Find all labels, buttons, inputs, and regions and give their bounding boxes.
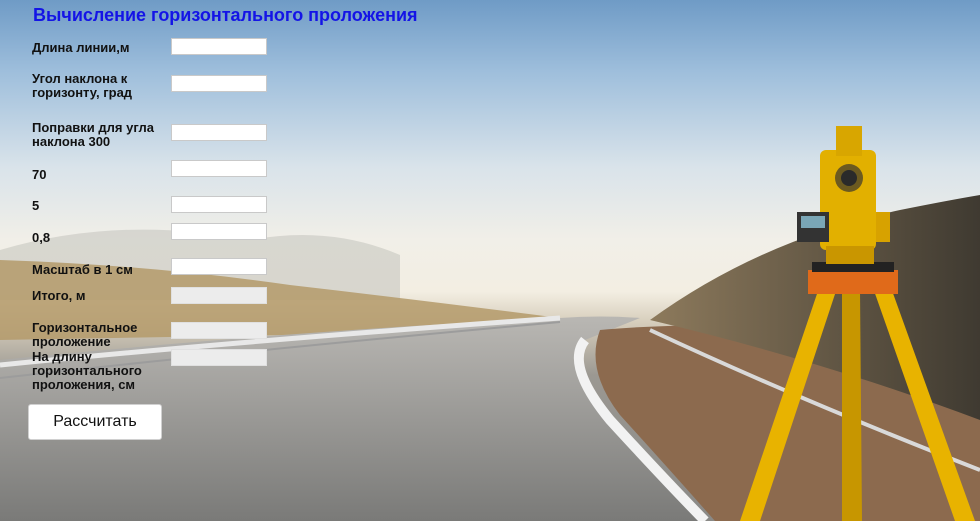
correction-input[interactable]	[171, 124, 267, 141]
map-length-output	[171, 349, 267, 366]
calculate-button[interactable]: Рассчитать	[28, 404, 162, 440]
total-label: Итого, м	[32, 288, 86, 303]
correction-label: Поправки для угла наклона 300	[32, 120, 154, 149]
line-length-label: Длина линии,м	[32, 40, 130, 55]
map-length-label: На длину горизонтального проложения, см	[32, 349, 142, 392]
correction-70-label: 70	[32, 167, 47, 182]
slope-angle-label: Угол наклона к горизонту, град	[32, 71, 133, 100]
correction-5-input[interactable]	[171, 196, 267, 213]
correction-70-input[interactable]	[171, 160, 267, 177]
page-title: Вычисление горизонтального проложения	[33, 5, 418, 25]
horizontal-distance-label: Горизонтальное проложение	[32, 320, 138, 349]
horizontal-distance-output	[171, 322, 267, 339]
correction-08-label: 0,8	[32, 230, 51, 245]
scale-input[interactable]	[171, 258, 267, 275]
correction-5-label: 5	[32, 198, 40, 213]
correction-08-input[interactable]	[171, 223, 267, 240]
slope-angle-input[interactable]	[171, 75, 267, 92]
line-length-input[interactable]	[171, 38, 267, 55]
scale-label: Масштаб в 1 см	[32, 262, 133, 277]
total-output	[171, 287, 267, 304]
